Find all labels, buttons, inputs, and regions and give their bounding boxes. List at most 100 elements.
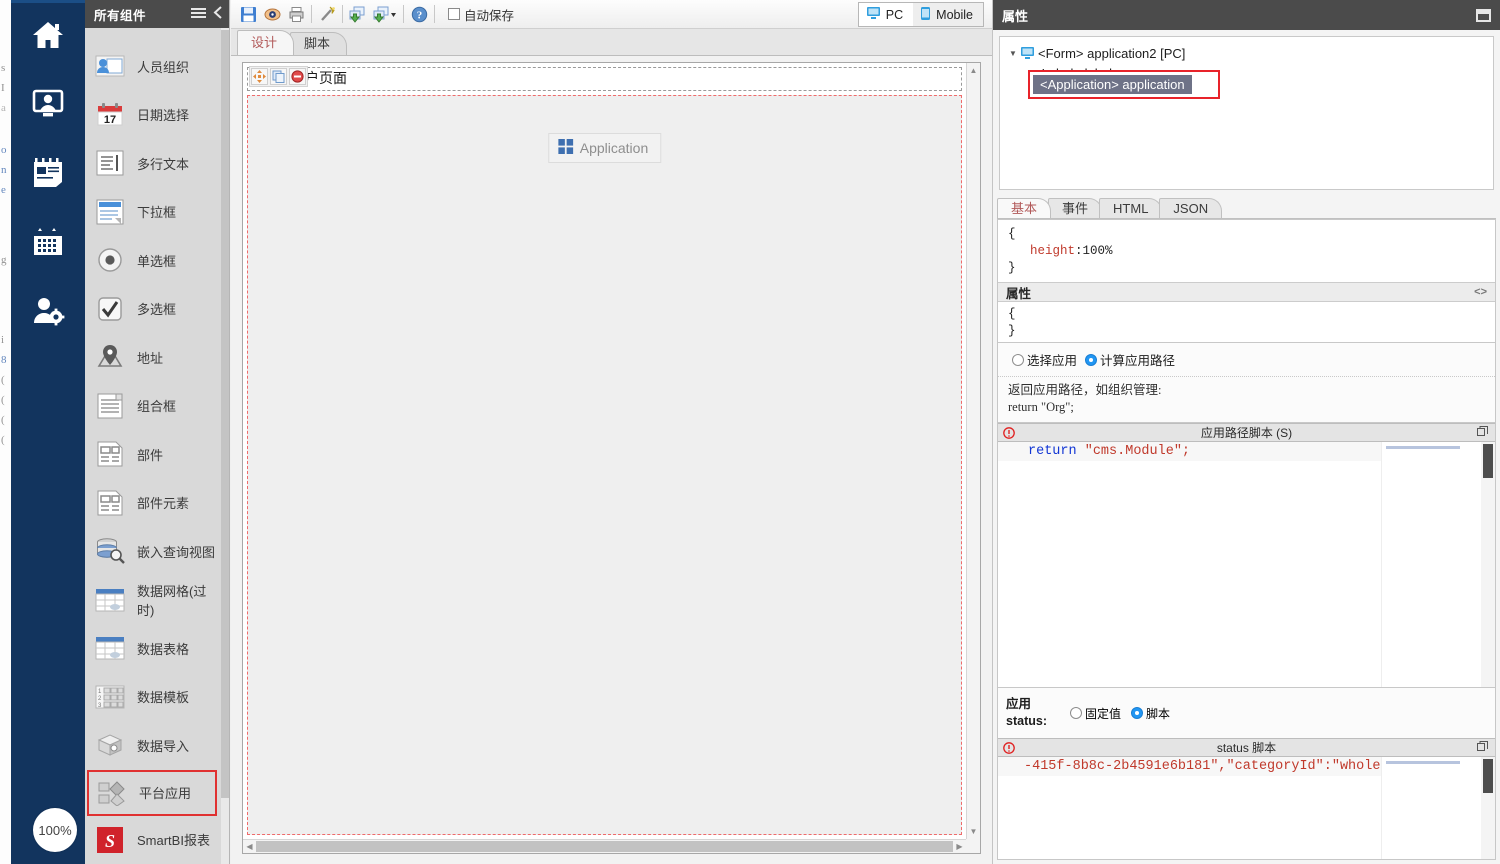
scroll-up-arrow[interactable]: ▲ (967, 64, 980, 77)
print-icon[interactable] (284, 2, 308, 26)
palette-item-label: 数据表格 (137, 641, 190, 657)
path-script-scrollbar[interactable] (1481, 442, 1495, 687)
tab-script[interactable]: 脚本 (290, 32, 348, 55)
radio-script-dot[interactable] (1131, 707, 1144, 719)
rail-item-news[interactable] (11, 150, 85, 196)
palette-item-combobox[interactable]: 组合框 (85, 382, 221, 431)
tab-html[interactable]: HTML (1099, 198, 1163, 218)
rail-item-user-settings[interactable] (11, 288, 85, 334)
tree-node-form[interactable]: ▼ <Form> application2 [PC] (1006, 43, 1493, 63)
design-canvas-surface[interactable]: 户页面 Application (243, 63, 966, 839)
path-script-minimap[interactable] (1381, 442, 1481, 687)
delete-icon[interactable] (289, 68, 306, 85)
move-icon[interactable] (251, 68, 268, 85)
path-hint-text: 返回应用路径，如组织管理: return "Org"; (998, 377, 1495, 423)
chevron-left-icon[interactable] (213, 6, 223, 22)
publish-as-icon[interactable] (370, 2, 400, 26)
data-grid-icon (94, 584, 126, 616)
radio-compute-path-dot[interactable] (1085, 353, 1098, 366)
preview-icon[interactable] (260, 2, 284, 26)
scroll-left-arrow[interactable]: ◀ (243, 840, 256, 853)
tab-json[interactable]: JSON (1159, 198, 1223, 218)
autosave-checkbox[interactable]: 自动保存 (448, 5, 514, 24)
code-brackets-icon[interactable]: <> (1474, 286, 1487, 298)
palette-item-platform-app[interactable]: 平台应用 (87, 769, 217, 816)
restore-icon[interactable] (1477, 740, 1488, 755)
palette-scrollbar[interactable] (221, 28, 229, 864)
publish-icon[interactable] (346, 2, 370, 26)
palette-item-widget[interactable]: 部件 (85, 430, 221, 479)
palette-item-embedded-query-view[interactable]: 嵌入查询视图 (85, 527, 221, 576)
palette-item-label: 数据模板 (137, 690, 190, 706)
status-script-scrollbar-thumb[interactable] (1483, 759, 1493, 793)
palette-item-smartbi-report[interactable]: S SmartBI报表 (85, 816, 221, 864)
canvas-hscroll-thumb[interactable] (256, 841, 953, 852)
restore-icon[interactable] (1477, 425, 1488, 440)
rail-item-user[interactable] (11, 81, 85, 127)
palette-item-label: SmartBI报表 (137, 833, 210, 849)
path-script-keyword: return (1028, 444, 1077, 459)
radio-compute-path[interactable]: 计算应用路径 (1085, 350, 1175, 369)
attributes-section-header: 属性 <> (998, 282, 1495, 302)
platform-app-icon (96, 777, 128, 809)
autosave-checkbox-box[interactable] (448, 8, 460, 20)
help-icon[interactable]: ? (407, 2, 431, 26)
device-toggle-mobile[interactable]: Mobile (913, 3, 983, 26)
palette-item-dropdown[interactable]: 下拉框 (85, 188, 221, 237)
combobox-icon (94, 390, 126, 422)
palette-item-data-import[interactable]: 数据导入 (85, 721, 221, 770)
svg-text:S: S (105, 831, 115, 851)
palette-item-widget-element[interactable]: 部件元素 (85, 479, 221, 528)
palette-item-data-template[interactable]: 1 2 3 数据模板 (85, 673, 221, 722)
tab-basic[interactable]: 基本 (997, 198, 1052, 218)
application-widget[interactable]: Application (547, 133, 662, 163)
attributes-code-editor[interactable]: { } (998, 302, 1495, 342)
scroll-right-arrow[interactable]: ▶ (953, 840, 966, 853)
palette-item-checkbox[interactable]: 多选框 (85, 285, 221, 334)
radio-select-app-dot[interactable] (1012, 353, 1024, 366)
scroll-down-arrow[interactable]: ▼ (967, 825, 980, 838)
hamburger-icon[interactable] (190, 7, 207, 22)
palette-item-label: 部件 (137, 447, 164, 463)
rail-item-calendar[interactable] (11, 219, 85, 265)
tree-node-application[interactable]: <Application> application (1033, 75, 1192, 94)
radio-script[interactable]: 脚本 (1131, 705, 1170, 722)
tab-design[interactable]: 设计 (237, 30, 295, 55)
wand-icon[interactable] (315, 2, 339, 26)
zoom-level-badge[interactable]: 100% (33, 808, 77, 852)
palette-item-date-picker[interactable]: 17 日期选择 (85, 91, 221, 140)
canvas-vertical-scrollbar[interactable]: ▲ ▼ (966, 63, 980, 839)
copy-icon[interactable] (270, 68, 287, 85)
palette-item-radio[interactable]: 单选框 (85, 236, 221, 285)
status-script-minimap[interactable] (1381, 757, 1481, 859)
application-grid-icon (557, 139, 573, 157)
component-tree: ▼ <Form> application2 [PC] <Label> label… (999, 36, 1494, 190)
status-script-scrollbar[interactable] (1481, 757, 1495, 859)
tab-events[interactable]: 事件 (1048, 198, 1103, 218)
palette-item-person-org[interactable]: 人员组织 (85, 42, 221, 91)
palette-item-multiline-text[interactable]: 多行文本 (85, 139, 221, 188)
radio-script-label: 脚本 (1146, 706, 1171, 721)
form-body-region[interactable]: Application (247, 95, 962, 835)
palette-item-data-table[interactable]: 数据表格 (85, 624, 221, 673)
minimap-line (1386, 761, 1460, 764)
dropdown-icon (94, 196, 126, 228)
radio-select-app[interactable]: 选择应用 (1012, 350, 1077, 369)
calendar-icon (32, 227, 64, 257)
palette-item-address[interactable]: 地址 (85, 333, 221, 382)
palette-scrollbar-thumb[interactable] (221, 30, 229, 798)
status-script-editor[interactable]: -415f-8b8c-2b4591e6b181","categoryId":"w… (998, 757, 1495, 859)
path-script-editor[interactable]: return "cms.Module"; (998, 442, 1495, 687)
radio-fixed-value-dot[interactable] (1070, 707, 1082, 719)
palette-item-data-grid-legacy[interactable]: 数据网格(过时) (85, 576, 221, 625)
device-toggle-pc[interactable]: PC (858, 3, 914, 26)
canvas-horizontal-scrollbar[interactable]: ◀ ▶ (243, 839, 966, 853)
radio-compute-path-label: 计算应用路径 (1100, 354, 1176, 368)
minimize-icon[interactable] (1476, 8, 1491, 22)
rail-item-home[interactable] (11, 12, 85, 58)
radio-fixed-value[interactable]: 固定值 (1070, 705, 1121, 722)
path-script-scrollbar-thumb[interactable] (1483, 444, 1493, 478)
save-icon[interactable] (236, 2, 260, 26)
tree-expand-arrow-icon[interactable]: ▼ (1006, 49, 1020, 58)
style-code-editor[interactable]: { height:100% } (998, 220, 1495, 282)
